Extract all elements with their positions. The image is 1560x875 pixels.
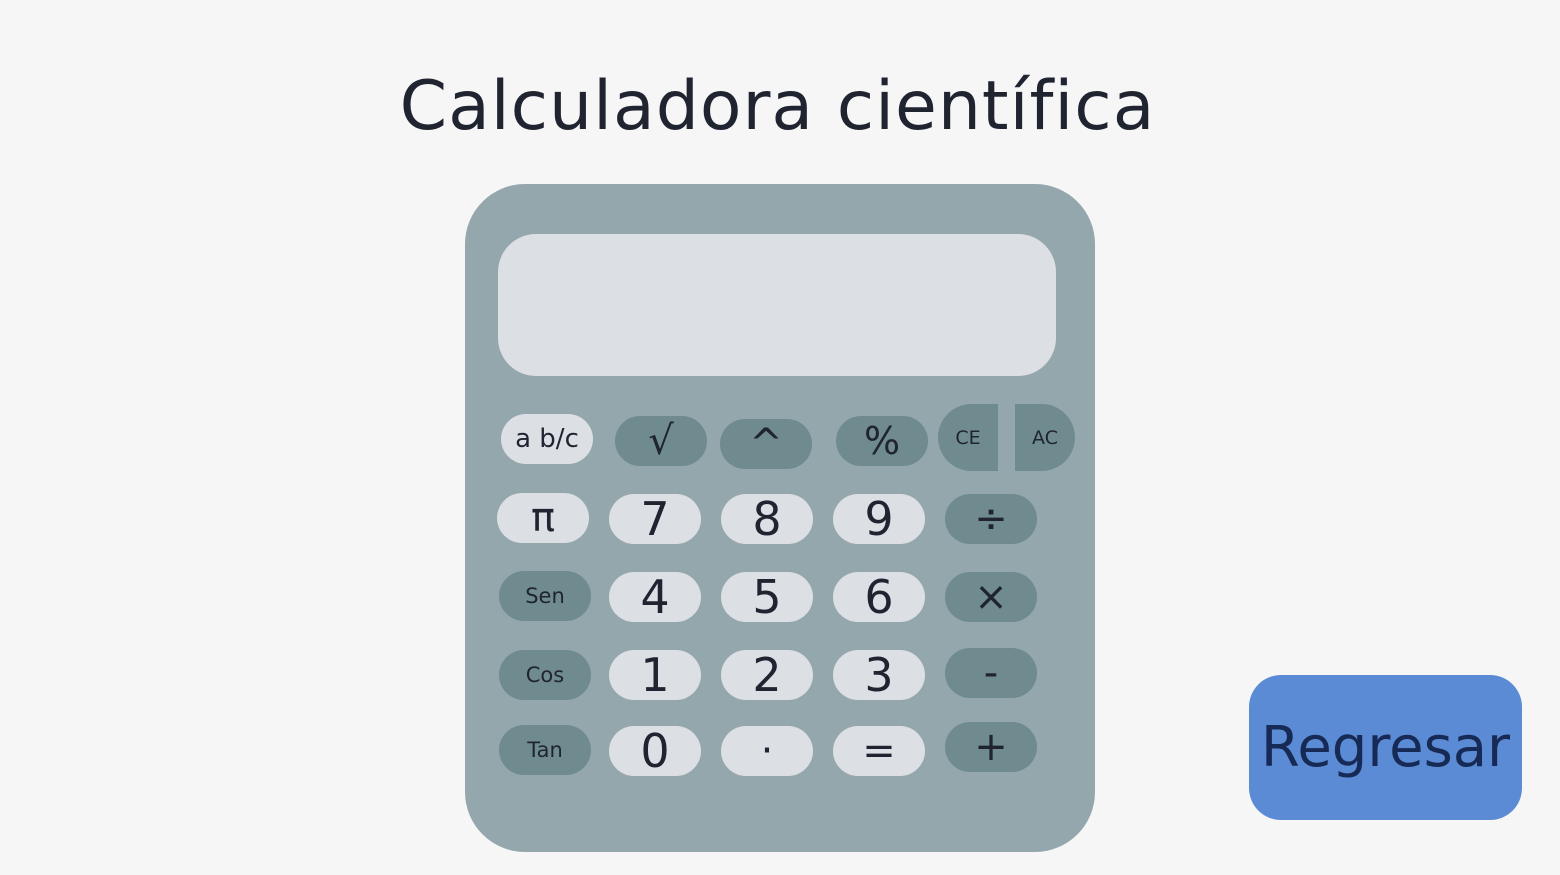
back-button[interactable]: Regresar xyxy=(1249,675,1522,820)
digit-6-button[interactable]: 6 xyxy=(833,570,925,624)
fraction-button[interactable]: a b/c xyxy=(501,414,593,464)
digit-3-button[interactable]: 3 xyxy=(833,648,925,702)
digit-9-button[interactable]: 9 xyxy=(833,492,925,546)
digit-7-button[interactable]: 7 xyxy=(609,492,701,546)
decimal-point-button[interactable]: · xyxy=(721,726,813,776)
page-title: Calculadora científica xyxy=(399,67,1156,146)
cosine-button[interactable]: Cos xyxy=(499,650,591,700)
percent-button[interactable]: % xyxy=(836,416,928,466)
digit-8-button[interactable]: 8 xyxy=(721,492,813,546)
clear-entry-button[interactable]: CE xyxy=(938,404,998,471)
tangent-button[interactable]: Tan xyxy=(499,725,591,775)
calculator-display xyxy=(498,234,1056,376)
digit-0-button[interactable]: 0 xyxy=(609,724,701,778)
digit-2-button[interactable]: 2 xyxy=(721,648,813,702)
power-button[interactable]: ^ xyxy=(720,419,812,469)
pi-button[interactable]: π xyxy=(497,493,589,543)
page: Calculadora científica a b/c √ ^ % CE AC… xyxy=(0,0,1560,875)
plus-button[interactable]: + xyxy=(945,722,1037,772)
equals-button[interactable]: = xyxy=(833,726,925,776)
digit-4-button[interactable]: 4 xyxy=(609,570,701,624)
digit-5-button[interactable]: 5 xyxy=(721,570,813,624)
divide-button[interactable]: ÷ xyxy=(945,494,1037,544)
sqrt-button[interactable]: √ xyxy=(615,416,707,466)
digit-1-button[interactable]: 1 xyxy=(609,648,701,702)
multiply-button[interactable]: × xyxy=(945,572,1037,622)
minus-button[interactable]: - xyxy=(945,648,1037,698)
sine-button[interactable]: Sen xyxy=(499,571,591,621)
